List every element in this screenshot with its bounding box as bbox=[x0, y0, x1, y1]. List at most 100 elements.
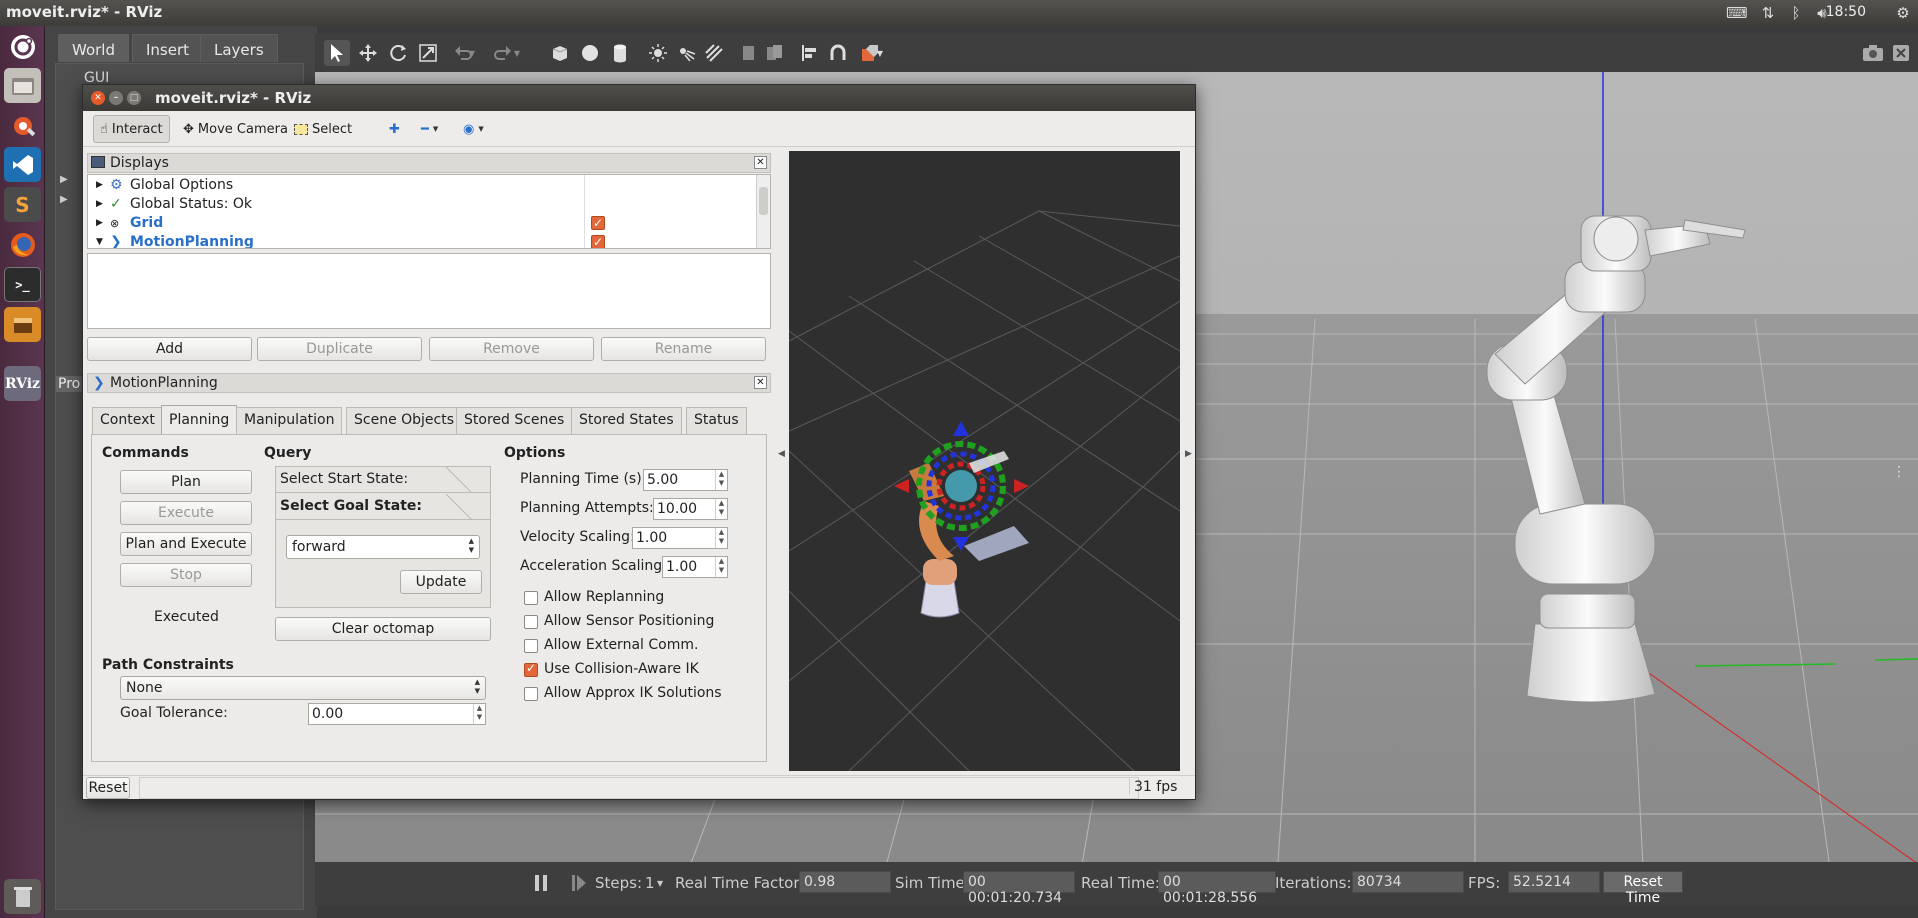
grid-enabled-checkbox[interactable] bbox=[591, 214, 605, 233]
clear-octomap-button[interactable]: Clear octomap bbox=[275, 617, 491, 641]
view-angle-dropdown-icon[interactable]: ▼ bbox=[873, 40, 887, 66]
tree-row-grid[interactable]: ▶ ⊗ Grid bbox=[88, 214, 748, 233]
remove-display-button[interactable]: Remove bbox=[429, 337, 594, 361]
duplicate-display-button[interactable]: Duplicate bbox=[257, 337, 422, 361]
spin-arrows-icon[interactable]: ▲ ▼ bbox=[473, 704, 485, 724]
firefox-icon[interactable] bbox=[4, 227, 41, 262]
vscode-icon[interactable] bbox=[4, 147, 41, 182]
tab-world[interactable]: World bbox=[58, 34, 129, 62]
interact-tool-button[interactable]: ☝ Interact bbox=[93, 115, 170, 143]
rviz-launcher-icon[interactable]: RViz bbox=[4, 366, 41, 401]
close-window-icon[interactable]: ✕ bbox=[91, 91, 105, 105]
select-tool-button[interactable]: Select bbox=[288, 115, 358, 143]
keyboard-icon[interactable]: ⌨ bbox=[1726, 3, 1748, 23]
tab-manipulation[interactable]: Manipulation bbox=[236, 407, 343, 434]
directional-light-icon[interactable] bbox=[701, 40, 727, 66]
collapse-arrow-icon[interactable]: ▼ bbox=[96, 233, 103, 248]
screenshot-camera-icon[interactable] bbox=[1860, 40, 1886, 66]
align-icon[interactable] bbox=[797, 40, 823, 66]
goal-tolerance-spinbox[interactable]: 0.00 ▲ ▼ bbox=[308, 703, 486, 725]
rviz-titlebar[interactable]: ✕ – □ moveit.rviz* - RViz bbox=[83, 85, 1195, 111]
step-icon[interactable] bbox=[571, 874, 587, 892]
update-goal-button[interactable]: Update bbox=[400, 570, 482, 594]
trash-icon[interactable] bbox=[4, 879, 41, 914]
add-display-button[interactable]: Add bbox=[87, 337, 252, 361]
pause-icon[interactable] bbox=[533, 874, 549, 892]
file-manager-icon[interactable] bbox=[4, 68, 41, 103]
spin-arrows-icon[interactable]: ▲ ▼ bbox=[715, 528, 727, 548]
translate-icon[interactable] bbox=[355, 40, 381, 66]
allow-sensor-positioning-checkbox[interactable] bbox=[524, 615, 538, 629]
motion-planning-enabled-checkbox[interactable] bbox=[591, 233, 605, 248]
side-handle-icon[interactable]: ⋮ bbox=[1892, 464, 1906, 480]
undo-dropdown-icon[interactable]: ▼ bbox=[465, 40, 479, 66]
tab-insert[interactable]: Insert bbox=[132, 34, 204, 62]
allow-external-comm-checkbox[interactable] bbox=[524, 639, 538, 653]
expand-arrow-icon[interactable]: ▶ bbox=[96, 214, 103, 233]
spin-arrows-icon[interactable]: ▲ ▼ bbox=[715, 470, 727, 490]
copy-icon[interactable] bbox=[735, 40, 761, 66]
bluetooth-icon[interactable]: ᛒ bbox=[1786, 3, 1806, 23]
reset-button[interactable]: Reset bbox=[86, 777, 130, 799]
minimize-window-icon[interactable]: – bbox=[109, 91, 123, 105]
rename-display-button[interactable]: Rename bbox=[601, 337, 766, 361]
redo-dropdown-icon[interactable]: ▼ bbox=[510, 40, 524, 66]
remove-tool-icon[interactable]: ━ ▼ bbox=[415, 115, 444, 143]
tab-status[interactable]: Status bbox=[686, 407, 747, 434]
point-light-icon[interactable] bbox=[645, 40, 671, 66]
view-eye-icon[interactable]: ◉ ▼ bbox=[457, 115, 490, 143]
close-displays-icon[interactable]: ✕ bbox=[754, 156, 767, 169]
spot-light-icon[interactable] bbox=[673, 40, 699, 66]
steps-value[interactable]: 1 bbox=[645, 874, 655, 892]
planning-attempts-spinbox[interactable]: 10.00 ▲ ▼ bbox=[653, 498, 728, 520]
rviz-3d-view[interactable] bbox=[789, 151, 1180, 771]
terminal-icon[interactable]: >_ bbox=[4, 267, 41, 302]
close-motion-planning-icon[interactable]: ✕ bbox=[754, 376, 767, 389]
network-icon[interactable]: ⇅ bbox=[1758, 3, 1778, 23]
right-splitter[interactable]: ▶ bbox=[1183, 147, 1195, 777]
steps-dropdown-icon[interactable]: ▼ bbox=[657, 879, 663, 888]
planning-time-spinbox[interactable]: 5.00 ▲ ▼ bbox=[643, 469, 728, 491]
select-start-state-header[interactable]: Select Start State: bbox=[276, 467, 490, 493]
plan-button[interactable]: Plan bbox=[120, 470, 252, 494]
displays-scrollbar[interactable] bbox=[756, 175, 770, 248]
acceleration-scaling-spinbox[interactable]: 1.00 ▲ ▼ bbox=[662, 556, 728, 578]
reset-time-button[interactable]: Reset Time bbox=[1603, 871, 1683, 906]
tree-expand-icon[interactable]: ▶ bbox=[60, 194, 68, 205]
left-splitter[interactable]: ◀ bbox=[777, 147, 787, 777]
tab-planning[interactable]: Planning bbox=[161, 405, 238, 434]
ubuntu-logo-icon[interactable] bbox=[4, 29, 41, 64]
maximize-window-icon[interactable]: □ bbox=[127, 91, 141, 105]
move-camera-tool-button[interactable]: ✥ Move Camera bbox=[177, 115, 294, 143]
tree-row-motion-planning[interactable]: ▼ ❯ MotionPlanning bbox=[88, 233, 748, 248]
execute-button[interactable]: Execute bbox=[120, 501, 252, 525]
select-arrow-icon[interactable] bbox=[324, 40, 350, 66]
box-shape-icon[interactable] bbox=[547, 40, 573, 66]
tab-stored-states[interactable]: Stored States bbox=[571, 407, 682, 434]
add-tool-icon[interactable]: ✚ bbox=[383, 115, 406, 143]
clock[interactable]: 18:50 bbox=[1826, 4, 1866, 20]
snap-magnet-icon[interactable] bbox=[825, 40, 851, 66]
rotate-icon[interactable] bbox=[385, 40, 411, 66]
expand-arrow-icon[interactable]: ▶ bbox=[96, 176, 103, 195]
stop-button[interactable]: Stop bbox=[120, 563, 252, 587]
sublime-text-icon[interactable]: S bbox=[4, 187, 41, 222]
package-icon[interactable] bbox=[4, 307, 41, 342]
settings-tool-icon[interactable] bbox=[4, 108, 41, 143]
tab-context[interactable]: Context bbox=[92, 407, 163, 434]
power-gear-icon[interactable]: ⚙ bbox=[1893, 3, 1913, 23]
scale-icon[interactable] bbox=[415, 40, 441, 66]
close-scene-icon[interactable] bbox=[1888, 40, 1914, 66]
path-constraints-combo[interactable]: None ▲ ▼ bbox=[120, 676, 486, 700]
tree-expand-icon[interactable]: ▶ bbox=[60, 174, 68, 185]
plan-and-execute-button[interactable]: Plan and Execute bbox=[120, 532, 252, 556]
spin-arrows-icon[interactable]: ▲ ▼ bbox=[715, 557, 727, 577]
velocity-scaling-spinbox[interactable]: 1.00 ▲ ▼ bbox=[632, 527, 728, 549]
collision-aware-ik-checkbox[interactable] bbox=[524, 661, 538, 677]
tab-scene-objects[interactable]: Scene Objects bbox=[346, 407, 463, 434]
spin-arrows-icon[interactable]: ▲ ▼ bbox=[715, 499, 727, 519]
cylinder-shape-icon[interactable] bbox=[607, 40, 633, 66]
select-goal-state-header[interactable]: Select Goal State: bbox=[276, 494, 490, 520]
expand-arrow-icon[interactable]: ▶ bbox=[96, 195, 103, 214]
goal-state-combo[interactable]: forward ▲ ▼ bbox=[286, 535, 480, 559]
